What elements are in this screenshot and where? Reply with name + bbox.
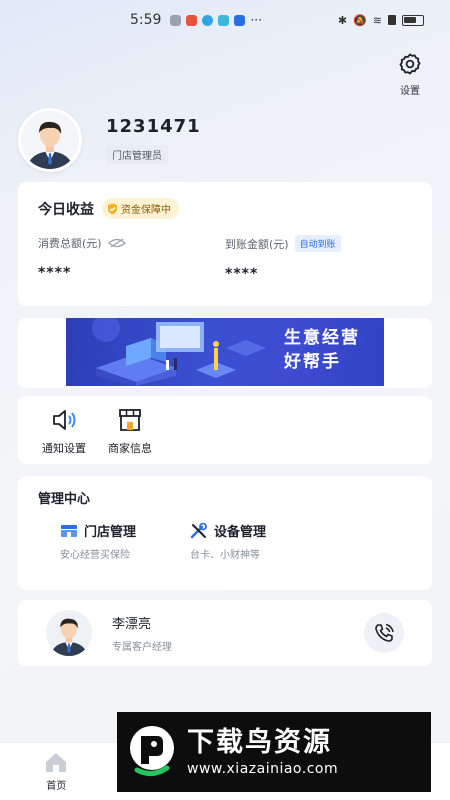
fund-protection-badge[interactable]: 资金保障中: [102, 198, 179, 219]
auto-settlement-badge: 自动到账: [294, 235, 341, 252]
profile-info: 1231471 门店管理员: [106, 116, 201, 164]
earnings-card: 今日收益 资金保障中 消费总额(元) **** 到账金额(元) 自动到账 ***…: [18, 182, 432, 306]
shortcuts-card: 通知设置 商家信息: [18, 396, 432, 464]
merchant-info-label: 商家信息: [108, 442, 152, 455]
total-consumption-value: ****: [38, 265, 72, 281]
store-icon: [119, 409, 141, 431]
management-items: 门店管理 安心经营买保险 设备管理 台卡、小财神等: [38, 521, 412, 561]
received-amount: 到账金额(元) 自动到账 ****: [225, 235, 412, 282]
wifi-icon: ≋: [372, 13, 382, 27]
gear-icon: [399, 53, 421, 75]
device-management-button[interactable]: 设备管理 台卡、小财神等: [190, 521, 320, 561]
home-icon: [46, 753, 67, 772]
notification-icon: [170, 14, 182, 26]
status-left: 5:59 ···: [130, 12, 262, 28]
bird-logo-icon: [130, 726, 174, 776]
settings-label: 设置: [400, 86, 420, 97]
speaker-icon: [53, 410, 76, 430]
manager-title: 专属客户经理: [112, 642, 172, 653]
watermark-url: www.xiazainiao.com: [187, 761, 339, 777]
call-manager-button[interactable]: [364, 613, 404, 653]
watermark-title: 下载鸟资源: [187, 727, 332, 758]
tab-home-label: 首页: [46, 781, 67, 792]
received-amount-value: ****: [225, 266, 259, 282]
account-manager-card: 李漂亮 专属客户经理: [18, 600, 432, 666]
role-badge: 门店管理员: [106, 145, 168, 164]
sim-icon: [388, 15, 396, 25]
status-bar: 5:59 ··· ✱ 🔕 ≋: [0, 0, 450, 40]
management-center-card: 管理中心 门店管理 安心经营买保险 设备管理 台卡、小财神等: [18, 476, 432, 590]
watermark-text: 下载鸟资源 www.xiazainiao.com: [187, 727, 338, 777]
promo-banner[interactable]: 生意经营 好帮手: [66, 318, 384, 386]
tab-home[interactable]: 首页: [0, 743, 113, 800]
phone-icon: [375, 623, 394, 642]
user-id: 1231471: [106, 116, 201, 137]
total-consumption-label: 消费总额(元): [38, 237, 102, 250]
avatar[interactable]: [18, 108, 82, 172]
app-icon: [218, 14, 230, 26]
earnings-columns: 消费总额(元) **** 到账金额(元) 自动到账 ****: [38, 235, 412, 282]
device-management-title: 设备管理: [214, 525, 267, 540]
total-consumption: 消费总额(元) ****: [38, 235, 225, 282]
store-management-subtitle: 安心经营买保险: [60, 550, 130, 561]
merchant-info-button[interactable]: 商家信息: [108, 396, 152, 464]
total-consumption-label-row: 消费总额(元): [38, 235, 225, 251]
tools-icon: [190, 522, 207, 538]
store-management-header: 门店管理: [60, 521, 190, 540]
store-management-title: 门店管理: [84, 525, 137, 540]
device-management-subtitle: 台卡、小财神等: [190, 550, 260, 561]
mute-icon: 🔕: [353, 13, 367, 27]
settings-button[interactable]: 设置: [392, 52, 428, 97]
banner-card: 生意经营 好帮手: [18, 318, 432, 388]
store-management-button[interactable]: 门店管理 安心经营买保险: [60, 521, 190, 561]
status-right: ✱ 🔕 ≋: [338, 14, 424, 27]
watermark-overlay: 下载鸟资源 www.xiazainiao.com: [117, 712, 431, 792]
browser-icon: [234, 14, 246, 26]
earnings-title: 今日收益: [38, 201, 94, 218]
banner-line-2: 好帮手: [284, 352, 341, 372]
eye-hidden-icon[interactable]: [107, 238, 126, 248]
battery-icon: [402, 14, 424, 26]
device-management-header: 设备管理: [190, 521, 320, 540]
received-amount-label: 到账金额(元): [225, 237, 289, 251]
person-avatar-icon: [21, 111, 79, 169]
management-center-title: 管理中心: [38, 492, 91, 507]
status-time: 5:59: [130, 12, 162, 28]
fund-protection-label: 资金保障中: [121, 205, 171, 216]
notification-settings-label: 通知设置: [42, 442, 86, 455]
profile: 1231471 门店管理员: [18, 108, 201, 172]
app-notification-icon: [186, 14, 198, 26]
bluetooth-icon: ✱: [337, 13, 348, 27]
store-manage-icon: [61, 524, 77, 537]
manager-name: 李漂亮: [112, 617, 152, 632]
more-notifications-icon: ···: [250, 13, 262, 27]
banner-line-1: 生意经营: [284, 328, 360, 348]
person-avatar-icon: [46, 610, 92, 656]
earnings-header: 今日收益 资金保障中: [38, 198, 412, 219]
manager-info: 李漂亮 专属客户经理: [112, 613, 364, 653]
received-amount-label-row: 到账金额(元) 自动到账: [225, 235, 412, 252]
shield-check-icon: [108, 203, 117, 214]
banner-text: 生意经营 好帮手: [284, 326, 360, 374]
manager-avatar: [46, 610, 92, 656]
notification-settings-button[interactable]: 通知设置: [42, 396, 86, 464]
message-icon: [202, 14, 214, 26]
